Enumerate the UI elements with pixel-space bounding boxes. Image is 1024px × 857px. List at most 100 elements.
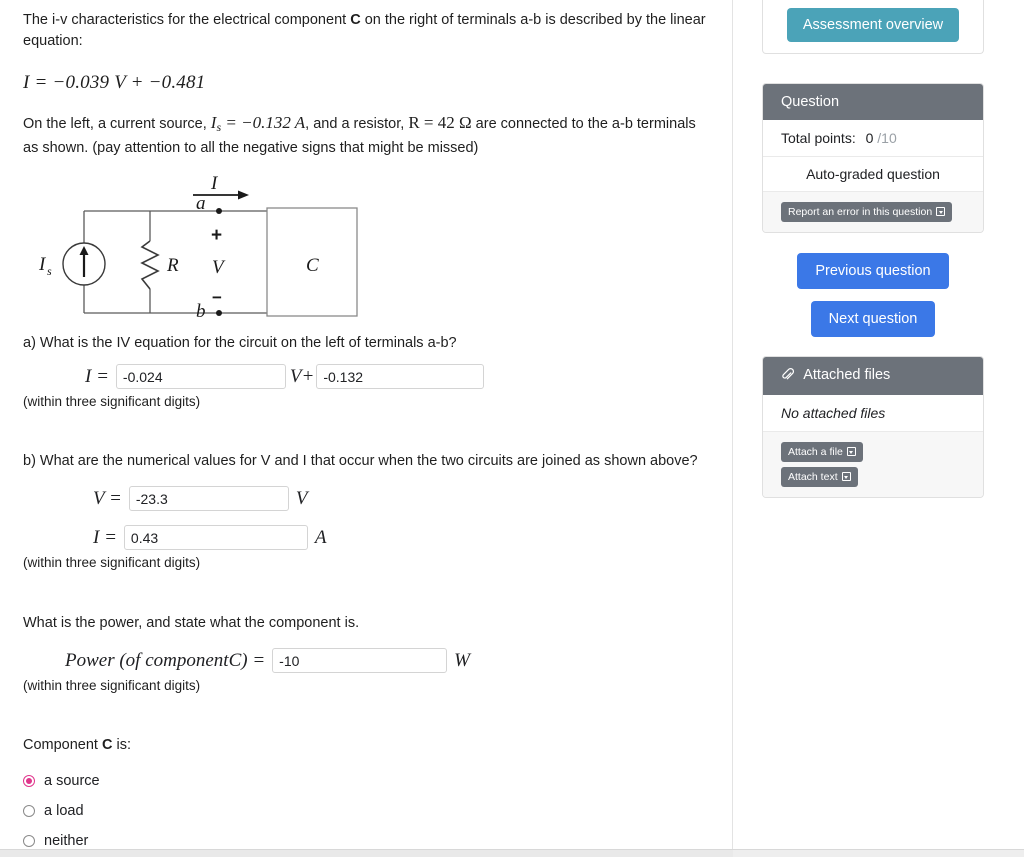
report-error-row: Report an error in this question (763, 192, 983, 232)
iv-equation-slope: −0.039 (52, 72, 110, 93)
attach-text-label: Attach text (788, 471, 838, 483)
part-a-answer-row: I = V+ (23, 364, 710, 389)
part-power-lead: Power (of componentC) = (65, 649, 266, 671)
attach-text-button[interactable]: Attach text (781, 467, 858, 487)
option-a-load-label: a load (44, 803, 84, 819)
part-b-voltage-row: V = V (23, 486, 710, 511)
assessment-page: The i-v characteristics for the electric… (0, 0, 1024, 857)
assessment-overview-button[interactable]: Assessment overview (786, 8, 960, 42)
attach-file-popout-icon (846, 447, 856, 456)
attach-file-label: Attach a file (788, 446, 843, 458)
circuit-svg: I s R I a b + V − C (38, 173, 358, 322)
label-terminal-a: a (196, 193, 206, 214)
terminal-b-dot (216, 310, 222, 316)
part-b-voltage-lead: V = (93, 487, 122, 509)
report-error-button[interactable]: Report an error in this question (781, 202, 953, 222)
question-card: Question Total points: 0 /10 Auto-graded… (762, 83, 984, 233)
label-is-subscript: s (47, 264, 52, 278)
previous-question-container: Previous question (762, 253, 984, 289)
iv-equation-plus: + (130, 72, 144, 93)
attached-files-title: Attached files (803, 367, 891, 383)
bottom-strip (0, 849, 1024, 857)
popout-icon (936, 207, 946, 216)
iv-equation-equals: = (34, 72, 48, 93)
part-power-row: Power (of componentC) = W (23, 648, 710, 673)
part-power-prompt: What is the power, and state what the co… (23, 615, 360, 631)
part-component-prompt-post: is: (112, 737, 132, 753)
component-c-bold: C (350, 12, 361, 28)
part-power-unit: W (454, 649, 470, 671)
label-terminal-b: b (196, 301, 206, 322)
part-power-hint: (within three significant digits) (23, 678, 201, 693)
attached-files-card: Attached files No attached files Attach … (762, 356, 984, 498)
auto-graded-row: Auto-graded question (763, 157, 983, 192)
option-neither[interactable]: neither (23, 833, 710, 849)
terminal-a-dot (216, 208, 222, 214)
question-intro-paragraph: The i-v characteristics for the electric… (23, 10, 710, 52)
part-component-prompt-bold: C (102, 737, 113, 753)
question-setup-paragraph: On the left, a current source, Is = −0.1… (23, 112, 710, 159)
part-b-current-unit: A (314, 526, 327, 548)
iv-equation-variable: V (114, 72, 126, 93)
label-r: R (166, 255, 179, 276)
part-a-hint: (within three significant digits) (23, 394, 201, 409)
next-question-button[interactable]: Next question (810, 301, 936, 337)
current-arrow-head (238, 190, 249, 200)
part-a-slope-input[interactable] (115, 364, 286, 389)
total-points-label: Total points: (781, 130, 856, 146)
resistor-value: R = 42 Ω (408, 113, 472, 132)
label-minus: − (212, 288, 222, 307)
option-a-source-label: a source (44, 773, 100, 789)
attach-actions-row: Attach a file Attach text (763, 432, 983, 497)
question-content-pane: The i-v characteristics for the electric… (0, 0, 733, 849)
radio-a-source-icon[interactable] (23, 775, 35, 787)
assessment-overview-card: Assessment overview (762, 0, 984, 54)
radio-a-load-icon[interactable] (23, 805, 35, 817)
radio-neither-icon[interactable] (23, 835, 35, 847)
attached-files-title-row: Attached files (763, 357, 983, 395)
part-b-voltage-input[interactable] (128, 486, 289, 511)
report-error-label: Report an error in this question (788, 206, 933, 218)
iv-equation-lhs: I (23, 72, 30, 93)
part-a-middle-operator: V+ (289, 365, 315, 387)
points-earned: 0 (865, 130, 874, 146)
part-b-voltage-unit: V (295, 487, 308, 509)
part-a-lead: I = (85, 365, 109, 387)
attach-text-popout-icon (841, 472, 851, 481)
no-attached-files-row: No attached files (763, 395, 983, 432)
part-power-input[interactable] (272, 648, 448, 673)
label-is: I (38, 254, 47, 275)
part-b-current-lead: I = (93, 526, 117, 548)
option-a-source[interactable]: a source (23, 773, 710, 789)
sidebar-pane: Assessment overview Question Total point… (733, 0, 1024, 849)
part-b-hint: (within three significant digits) (23, 555, 201, 570)
option-a-load[interactable]: a load (23, 803, 710, 819)
part-a-prompt: a) What is the IV equation for the circu… (23, 335, 457, 351)
part-component-prompt-pre: Component (23, 737, 102, 753)
label-plus: + (211, 225, 222, 246)
current-source-value: = −0.132 A (221, 113, 306, 132)
label-voltage: V (212, 257, 226, 278)
auto-graded-label: Auto-graded question (806, 166, 940, 182)
part-b-current-input[interactable] (123, 525, 308, 550)
label-i-current: I (210, 173, 219, 194)
question-card-title: Question (763, 84, 983, 120)
total-points-row: Total points: 0 /10 (763, 120, 983, 157)
option-neither-label: neither (44, 833, 89, 849)
part-a-intercept-input[interactable] (316, 364, 485, 389)
circuit-diagram: I s R I a b + V − C (29, 173, 389, 333)
setup-text-1: On the left, a current source, (23, 116, 211, 132)
part-b-current-row: I = A (23, 525, 710, 550)
points-total: /10 (877, 130, 897, 146)
attach-file-button[interactable]: Attach a file (781, 442, 863, 462)
previous-question-button[interactable]: Previous question (797, 253, 949, 289)
setup-text-2: , and a resistor, (305, 116, 409, 132)
resistor-zigzag (140, 240, 160, 290)
paperclip-icon (781, 368, 795, 385)
part-component-prompt: Component C is: (23, 735, 710, 755)
iv-equation-intercept: −0.481 (148, 72, 206, 93)
bottom-strip-right (733, 850, 1024, 857)
intro-text-lead: The i-v characteristics for the electric… (23, 12, 351, 28)
part-b-prompt: b) What are the numerical values for V a… (23, 453, 698, 469)
next-question-container: Next question (762, 301, 984, 337)
